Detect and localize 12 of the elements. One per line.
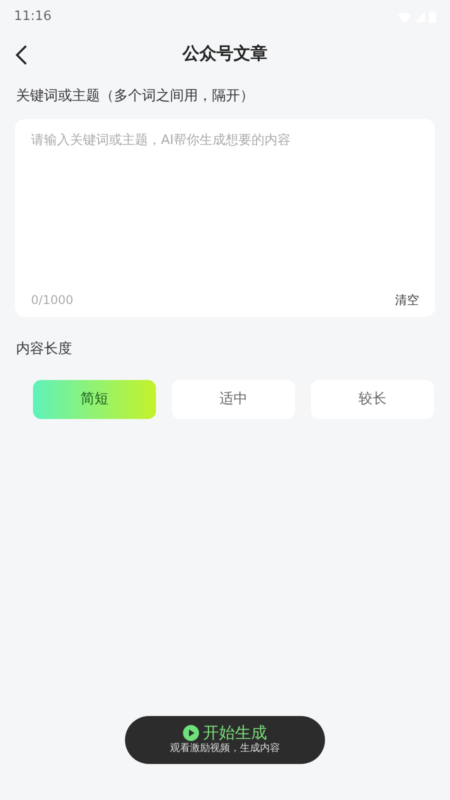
length-label: 内容长度 xyxy=(16,340,73,359)
length-option[interactable]: 简短 xyxy=(33,380,156,419)
keywords-label: 关键词或主题（多个词之间用，隔开） xyxy=(16,87,255,106)
clear-button[interactable]: 清空 xyxy=(395,291,419,309)
play-icon xyxy=(183,724,199,740)
length-option[interactable]: 较长 xyxy=(311,380,434,419)
length-option[interactable]: 适中 xyxy=(172,380,295,419)
status-time: 11:16 xyxy=(14,8,52,26)
character-counter: 0/1000 xyxy=(31,292,74,309)
generate-button[interactable]: 开始生成 观看激励视频，生成内容 xyxy=(125,716,325,764)
keywords-field[interactable]: 请输入关键词或主题，AI帮你生成想要的内容 0/1000 清空 xyxy=(15,119,435,317)
page-title: 公众号文章 xyxy=(182,43,268,66)
